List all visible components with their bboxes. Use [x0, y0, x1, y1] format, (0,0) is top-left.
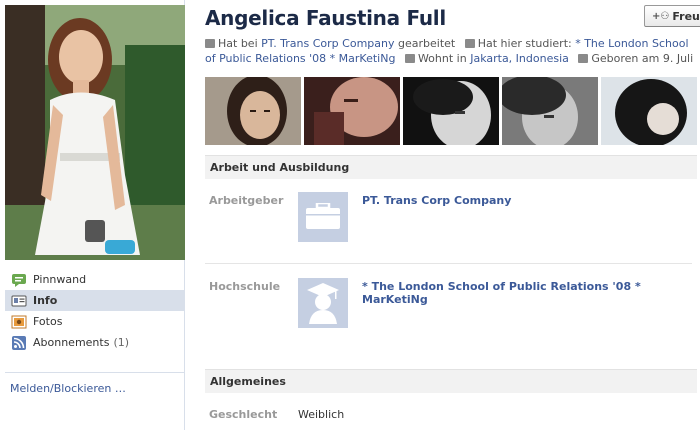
add-friend-icon: +⚇ [652, 10, 670, 22]
college-label: Hochschule [209, 280, 281, 293]
profile-photo[interactable] [5, 5, 185, 260]
profile-info-line: Hat bei PT. Trans Corp Company gearbeite… [205, 36, 697, 66]
side-divider [5, 372, 185, 373]
birthday-icon [578, 54, 589, 63]
wall-icon [11, 272, 27, 288]
report-block-link[interactable]: Melden/Blockieren … [10, 382, 126, 395]
strip-photo[interactable] [304, 77, 400, 145]
study-prefix: Hat hier studiert: [477, 37, 572, 50]
work-icon [205, 39, 215, 48]
subscriptions-icon [11, 335, 27, 351]
left-column: Pinnwand Info Fotos Abonnements (1) Meld… [0, 0, 185, 430]
nav-item-wall[interactable]: Pinnwand [5, 269, 185, 290]
photos-icon [11, 314, 27, 330]
strip-photo[interactable] [502, 77, 598, 145]
gender-value: Weiblich [298, 408, 345, 421]
graduation-cap-icon [305, 280, 341, 327]
employer-link[interactable]: PT. Trans Corp Company [362, 194, 511, 207]
work-prefix: Hat bei [218, 37, 258, 50]
nav-item-label: Pinnwand [33, 273, 87, 286]
nav-item-subscriptions[interactable]: Abonnements (1) [5, 332, 185, 353]
home-icon [404, 54, 415, 63]
employer-thumbnail[interactable] [298, 192, 348, 242]
nav-item-label: Info [33, 294, 58, 307]
employer-label: Arbeitgeber [209, 194, 284, 207]
live-prefix: Wohnt in [417, 52, 467, 65]
subscription-count: (1) [113, 336, 130, 349]
work-place-link[interactable]: PT. Trans Corp Company [261, 37, 394, 50]
info-icon [11, 293, 27, 309]
gender-label: Geschlecht [209, 408, 278, 421]
strip-photo[interactable] [205, 77, 301, 145]
strip-photo[interactable] [601, 77, 697, 145]
nav-item-label: Fotos [33, 315, 63, 328]
college-thumbnail[interactable] [298, 278, 348, 328]
birthday-text: Geboren am 9. Juli [591, 52, 694, 65]
strip-photo[interactable] [403, 77, 499, 145]
live-place-link[interactable]: Jakarta, Indonesia [470, 52, 569, 65]
school-icon [464, 39, 475, 48]
row-divider [205, 263, 692, 264]
profile-name: Angelica Faustina Full [205, 6, 446, 30]
college-link[interactable]: * The London School of Public Relations … [362, 280, 700, 306]
nav-item-label: Abonnements [33, 336, 110, 349]
photo-strip [205, 77, 697, 145]
nav-item-photos[interactable]: Fotos [5, 311, 185, 332]
briefcase-icon [306, 201, 340, 232]
add-friend-button[interactable]: +⚇ Freunde [644, 5, 700, 27]
work-suffix: gearbeitet [398, 37, 456, 50]
section-header-general: Allgemeines [205, 369, 697, 393]
add-friend-label: Freunde [672, 9, 700, 23]
nav-item-info[interactable]: Info [5, 290, 185, 311]
side-navigation: Pinnwand Info Fotos Abonnements (1) [5, 269, 185, 353]
section-header-work-education: Arbeit und Ausbildung [205, 155, 697, 179]
